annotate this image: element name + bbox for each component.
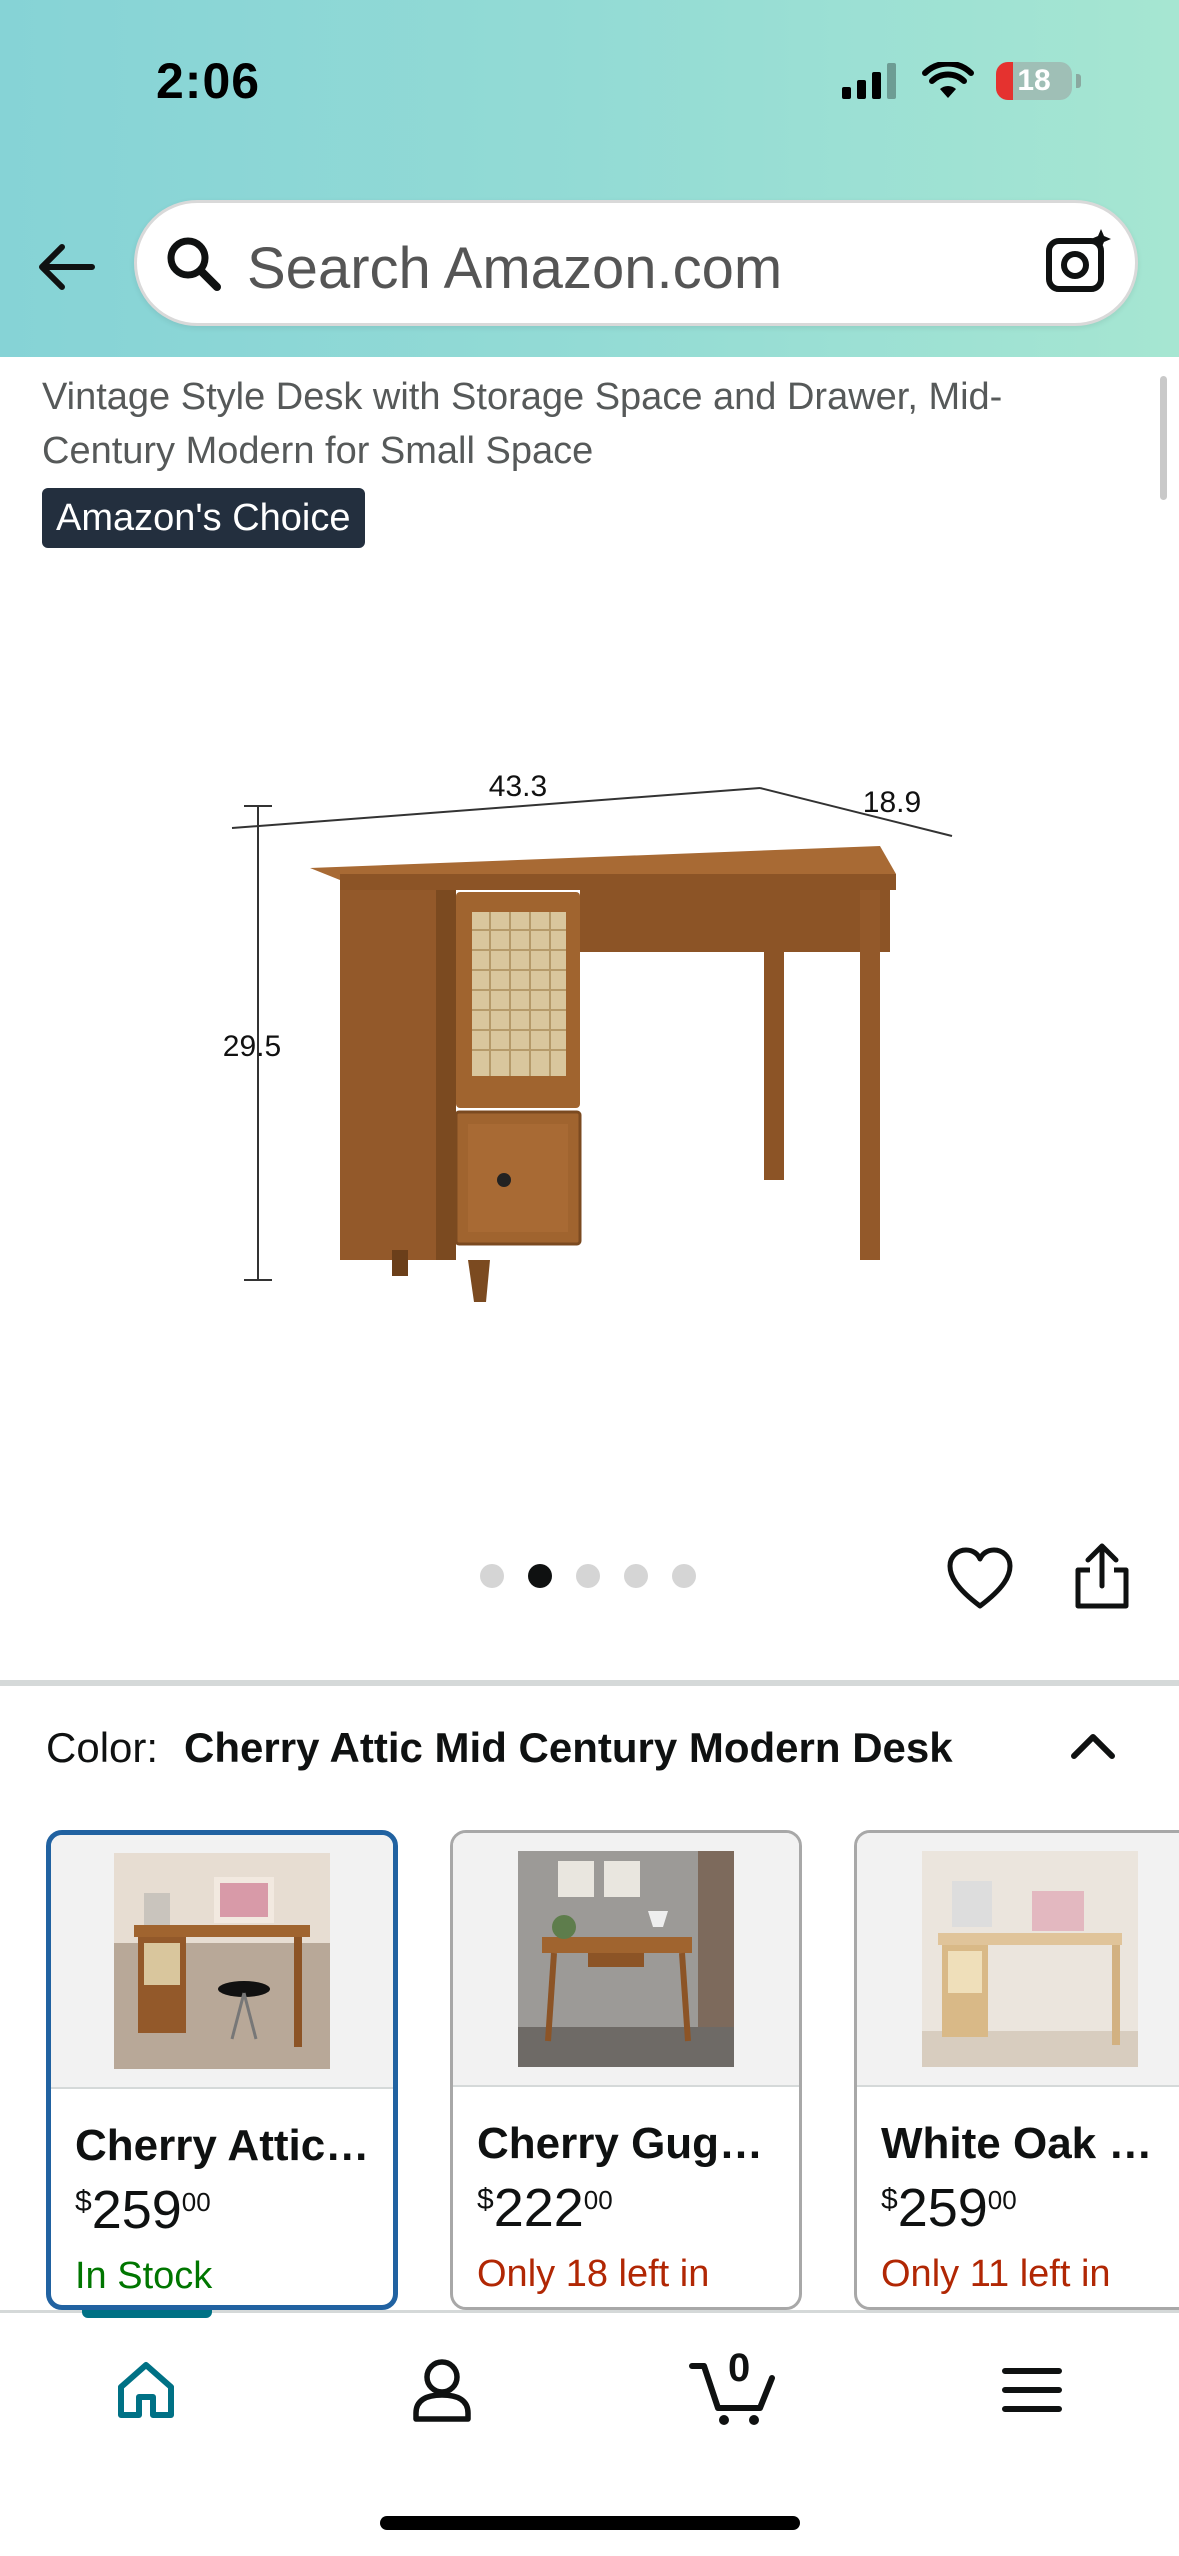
cart-count: 0 <box>728 2346 751 2390</box>
color-label: Color: <box>46 1724 159 1771</box>
battery-cap <box>1076 74 1081 88</box>
variant-name: Cherry Gug… <box>477 2119 764 2168</box>
variant-card[interactable]: Cherry Gug… $22200 Only 18 left in <box>450 1830 802 2310</box>
camera-search-icon[interactable] <box>1043 227 1113 297</box>
scrollbar[interactable] <box>1160 376 1167 500</box>
variant-name: Cherry Attic… <box>75 2121 370 2170</box>
variant-price: $25900 <box>75 2180 211 2240</box>
account-icon <box>413 2359 471 2422</box>
carousel-dot[interactable] <box>576 1564 600 1588</box>
nav-cart[interactable]: 0 <box>676 2340 796 2440</box>
chevron-up-icon[interactable] <box>1068 1726 1118 1766</box>
variant-thumbnail <box>453 1833 799 2087</box>
color-value: Cherry Attic Mid Century Modern Desk <box>184 1724 953 1771</box>
back-arrow-icon[interactable] <box>32 232 102 302</box>
variant-card[interactable]: White Oak … $25900 Only 11 left in <box>854 1830 1179 2310</box>
signal-icon <box>842 63 896 99</box>
variant-thumbnail <box>51 1835 393 2089</box>
search-input[interactable]: Search Amazon.com <box>247 235 782 302</box>
nav-menu[interactable] <box>972 2340 1092 2440</box>
dimension-line-depth <box>759 787 953 837</box>
home-icon <box>118 2362 174 2418</box>
status-time: 2:06 <box>156 53 261 109</box>
nav-home[interactable] <box>86 2340 206 2440</box>
menu-icon <box>1002 2368 1062 2412</box>
product-title[interactable]: Vintage Style Desk with Storage Space an… <box>42 370 1082 478</box>
image-carousel-dots[interactable] <box>480 1564 696 1588</box>
variant-price: $22200 <box>477 2178 613 2238</box>
dimension-width-label: 43.3 <box>489 770 547 803</box>
variant-card[interactable]: Cherry Attic… $25900 In Stock <box>46 1830 398 2310</box>
carousel-dot-active[interactable] <box>528 1564 552 1588</box>
wifi-icon <box>922 62 974 98</box>
variant-thumbnail <box>857 1833 1179 2087</box>
heart-icon[interactable] <box>946 1546 1014 1614</box>
search-bar[interactable]: Search Amazon.com <box>134 200 1138 326</box>
variant-cards[interactable]: Cherry Attic… $25900 In Stock Cherry Gug… <box>46 1830 1179 2330</box>
dimension-depth-label: 18.9 <box>863 786 921 819</box>
variant-stock: In Stock <box>75 2255 213 2297</box>
amazons-choice-badge: Amazon's Choice <box>42 488 365 548</box>
share-icon[interactable] <box>1070 1540 1134 1612</box>
battery-indicator: 18 <box>996 62 1072 100</box>
carousel-dot[interactable] <box>480 1564 504 1588</box>
color-selector-row[interactable]: Color: Cherry Attic Mid Century Modern De… <box>46 1724 953 1772</box>
active-tab-indicator <box>82 2310 212 2318</box>
battery-level: 18 <box>1017 64 1051 97</box>
variant-price: $25900 <box>881 2178 1017 2238</box>
dimension-height-label: 29.5 <box>223 1030 281 1063</box>
nav-account[interactable] <box>382 2340 502 2440</box>
section-divider <box>0 1680 1179 1686</box>
home-indicator <box>380 2516 800 2530</box>
variant-stock: Only 11 left in <box>881 2253 1111 2295</box>
variant-name: White Oak … <box>881 2119 1153 2168</box>
product-image[interactable]: 43.3 18.9 29.5 <box>200 740 980 1340</box>
variant-stock: Only 18 left in <box>477 2253 710 2295</box>
search-icon <box>167 237 221 291</box>
carousel-dot[interactable] <box>672 1564 696 1588</box>
carousel-dot[interactable] <box>624 1564 648 1588</box>
status-icons: 18 <box>842 62 1081 100</box>
